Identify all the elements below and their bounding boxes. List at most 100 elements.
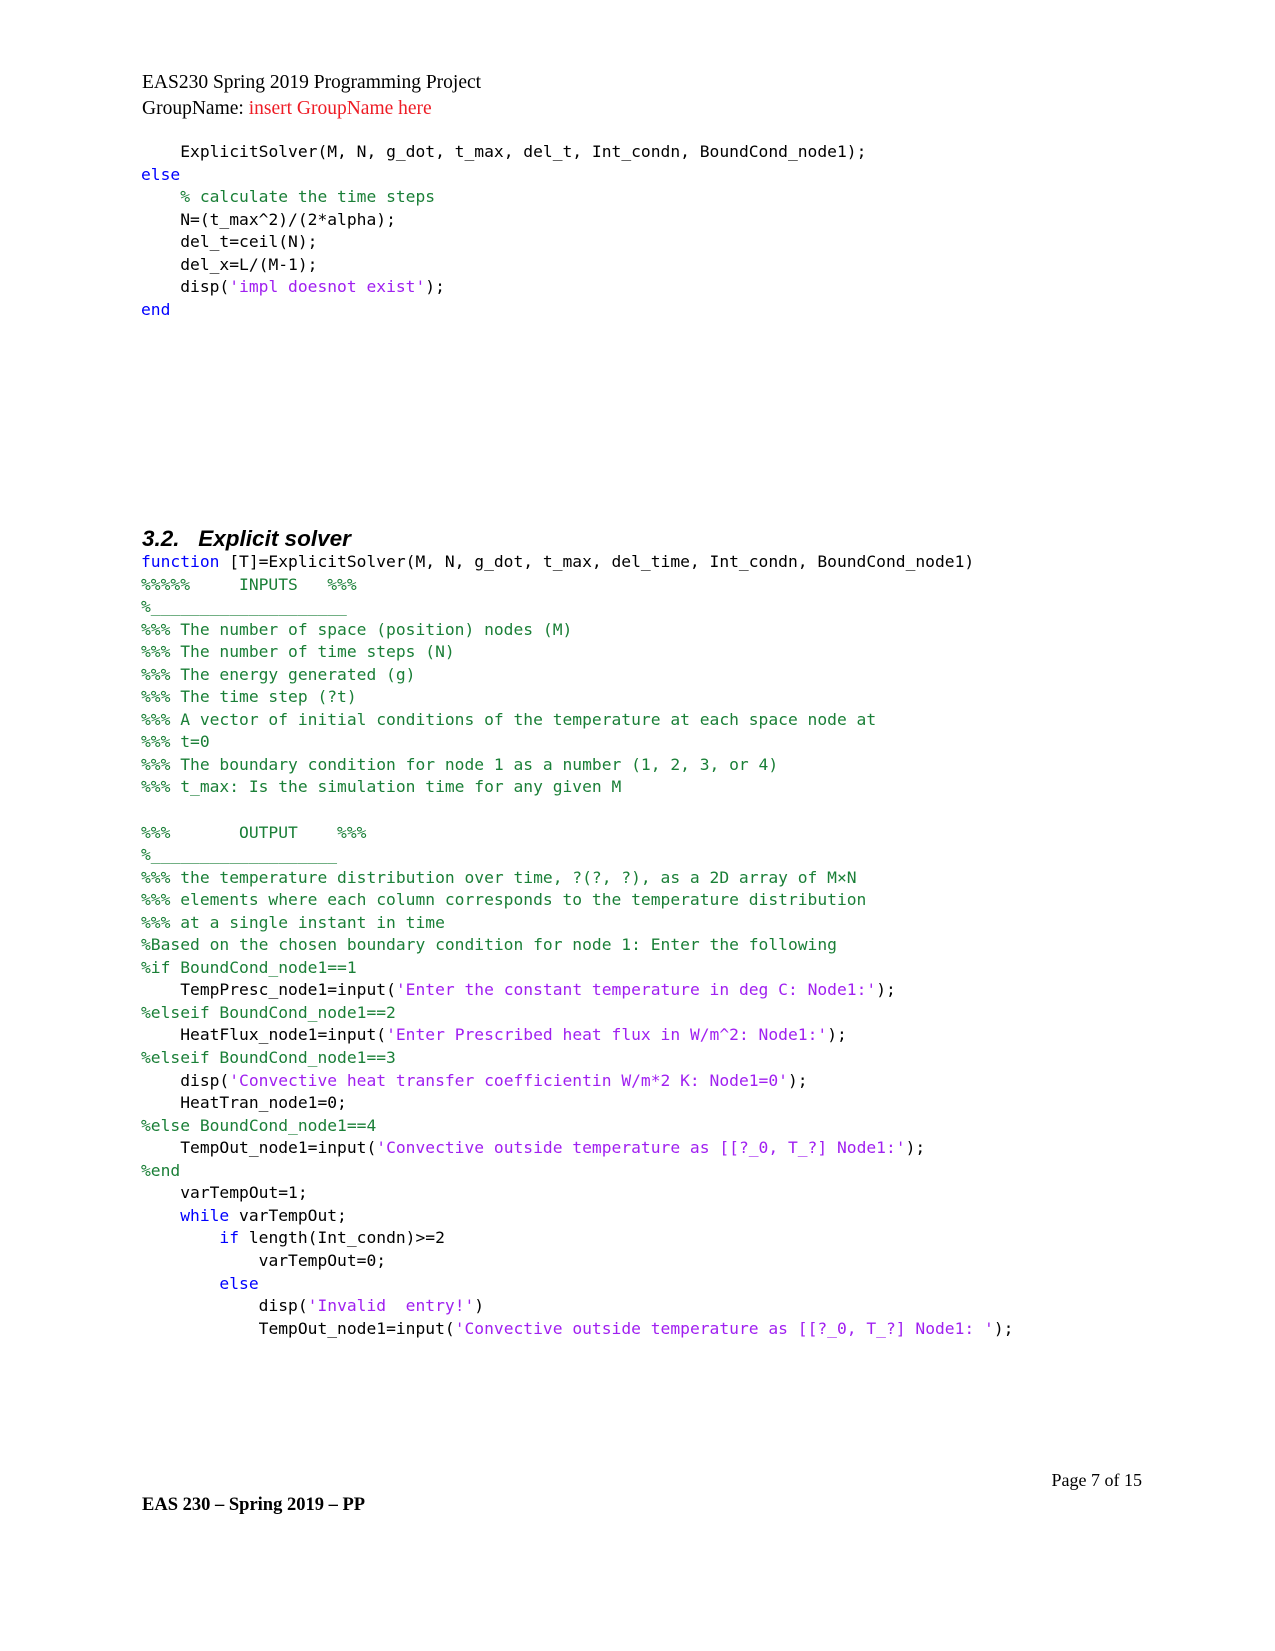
code-line: HeatFlux_node1=input('Enter Prescribed h…	[141, 1024, 1141, 1047]
code-token-plain: TempOut_node1=input(	[141, 1138, 377, 1158]
code-token-kw: else	[219, 1273, 259, 1293]
code-token-plain: disp(	[141, 1070, 230, 1090]
code-token-plain: );	[425, 277, 445, 297]
code-token-plain: );	[827, 1025, 847, 1045]
code-token-cmt: %%% The number of time steps (N)	[141, 642, 455, 662]
section-heading: 3.2. Explicit solver	[142, 526, 351, 551]
code-line: %____________________	[141, 596, 1141, 619]
code-token-kw: function	[141, 552, 220, 571]
code-line: %elseif BoundCond_node1==2	[141, 1002, 1141, 1025]
code-token-cmt: %%% The time step (?t)	[141, 687, 357, 707]
code-token-kw: if	[219, 1228, 240, 1248]
header-groupname-value: insert GroupName here	[248, 98, 432, 119]
code-line: while varTempOut;	[141, 1205, 1141, 1228]
code-line: else	[141, 1273, 1141, 1296]
code-token-cmt: %end	[141, 1160, 181, 1180]
document-page: EAS230 Spring 2019 Programming Project G…	[0, 0, 1275, 1651]
code-line: del_t=ceil(N);	[141, 231, 1141, 254]
code-token-str: 'Convective outside temperature as [[?_0…	[376, 1138, 906, 1158]
code-token-cmt: %%% OUTPUT %%%	[141, 822, 367, 842]
code-token-plain: )	[474, 1296, 485, 1316]
code-line: N=(t_max^2)/(2*alpha);	[141, 209, 1141, 232]
code-line: if length(Int_condn)>=2	[141, 1227, 1141, 1250]
code-token-str: 'Enter Prescribed heat flux in W/m^2: No…	[386, 1025, 828, 1045]
header-groupname-label: GroupName:	[142, 98, 249, 119]
code-token-cmt: %%% t=0	[141, 732, 210, 752]
code-token-cmt: %____________________	[141, 597, 347, 617]
code-token-plain: length(Int_condn)>=2	[239, 1228, 445, 1248]
code-line: % calculate the time steps	[141, 186, 1141, 209]
code-token-plain: HeatFlux_node1=input(	[141, 1025, 387, 1045]
code-token-cmt: %%% the temperature distribution over ti…	[141, 867, 857, 887]
code-line: %%% t=0	[141, 731, 1141, 754]
code-line: %%% The time step (?t)	[141, 686, 1141, 709]
code-token-plain: ExplicitSolver(M, N, g_dot, t_max, del_t…	[141, 142, 867, 161]
code-line: %%% The number of time steps (N)	[141, 641, 1141, 664]
code-token-cmt: % calculate the time steps	[180, 187, 436, 207]
code-token-kw: end	[141, 299, 171, 319]
header-title: EAS230 Spring 2019 Programming Project	[142, 72, 482, 93]
code-token-plain: disp(	[141, 277, 230, 297]
code-token-plain: del_x=L/(M-1);	[141, 254, 318, 274]
code-token-str: 'Enter the constant temperature in deg C…	[395, 980, 877, 1000]
code-token-cmt: %Based on the chosen boundary condition …	[141, 935, 837, 955]
code-token-plain: );	[876, 980, 896, 1000]
code-token-plain: );	[993, 1318, 1014, 1338]
code-token-plain: del_t=ceil(N);	[141, 232, 318, 252]
code-token-cmt: %%% elements where each column correspon…	[141, 890, 867, 910]
code-token-str: 'Convective outside temperature as [[?_0…	[454, 1318, 994, 1338]
footer-page-number: Page 7 of 15	[1051, 1470, 1142, 1490]
code-line: %%% The number of space (position) nodes…	[141, 619, 1141, 642]
code-line: %___________________	[141, 844, 1141, 867]
code-line: varTempOut=0;	[141, 1250, 1141, 1273]
code-line: %Based on the chosen boundary condition …	[141, 934, 1141, 957]
code-block-top: ExplicitSolver(M, N, g_dot, t_max, del_t…	[141, 141, 1141, 321]
code-token-cmt: %%%%% INPUTS %%%	[141, 574, 357, 594]
code-line: %%%%% INPUTS %%%	[141, 574, 1141, 597]
code-token-plain: HeatTran_node1=0;	[141, 1093, 347, 1113]
code-token-plain: varTempOut=0;	[141, 1250, 387, 1270]
code-line: disp('Convective heat transfer coefficie…	[141, 1070, 1141, 1093]
code-token-str: 'impl doesnot exist'	[229, 277, 426, 297]
code-line: %elseif BoundCond_node1==3	[141, 1047, 1141, 1070]
code-line: disp('Invalid entry!')	[141, 1295, 1141, 1318]
code-line: del_x=L/(M-1);	[141, 254, 1141, 277]
code-token-str: 'Convective heat transfer coefficientin …	[229, 1070, 788, 1090]
code-line: %%% elements where each column correspon…	[141, 889, 1141, 912]
code-line: else	[141, 164, 1141, 187]
code-line: end	[141, 299, 1141, 322]
footer-course-label: EAS 230 – Spring 2019 – PP	[142, 1495, 366, 1515]
code-line: HeatTran_node1=0;	[141, 1092, 1141, 1115]
code-token-cmt: %___________________	[141, 845, 338, 865]
code-token-plain: varTempOut;	[229, 1205, 347, 1225]
code-token-cmt: %%% t_max: Is the simulation time for an…	[141, 777, 622, 797]
code-token-kw: else	[141, 164, 181, 184]
code-token-plain: N=(t_max^2)/(2*alpha);	[141, 209, 396, 229]
code-token-kw: while	[180, 1205, 230, 1225]
code-line: varTempOut=1;	[141, 1182, 1141, 1205]
code-token-cmt: %%% A vector of initial conditions of th…	[141, 709, 877, 729]
code-token-plain: TempPresc_node1=input(	[141, 980, 396, 1000]
code-token-plain: );	[905, 1138, 926, 1158]
code-token-cmt: %%% The energy generated (g)	[141, 664, 416, 684]
code-line: ExplicitSolver(M, N, g_dot, t_max, del_t…	[141, 141, 1141, 164]
code-line: %%% OUTPUT %%%	[141, 822, 1141, 845]
code-token-plain: disp(	[141, 1296, 308, 1316]
code-token-cmt: %if BoundCond_node1==1	[141, 957, 357, 977]
page-header: EAS230 Spring 2019 Programming Project G…	[142, 70, 1122, 122]
code-token-cmt: %%% The number of space (position) nodes…	[141, 619, 573, 639]
code-block-explicit-solver: function [T]=ExplicitSolver(M, N, g_dot,…	[141, 551, 1141, 1340]
header-groupname-row: GroupName: insert GroupName here	[142, 96, 1122, 122]
code-token-plain: );	[787, 1070, 808, 1090]
code-line: function [T]=ExplicitSolver(M, N, g_dot,…	[141, 551, 1141, 574]
code-line: TempOut_node1=input('Convective outside …	[141, 1137, 1141, 1160]
code-token-cmt: %%% at a single instant in time	[141, 912, 445, 932]
code-line: %if BoundCond_node1==1	[141, 957, 1141, 980]
code-line: %%% A vector of initial conditions of th…	[141, 709, 1141, 732]
code-token-plain: varTempOut=1;	[141, 1183, 308, 1203]
code-token-cmt: %else BoundCond_node1==4	[141, 1115, 377, 1135]
